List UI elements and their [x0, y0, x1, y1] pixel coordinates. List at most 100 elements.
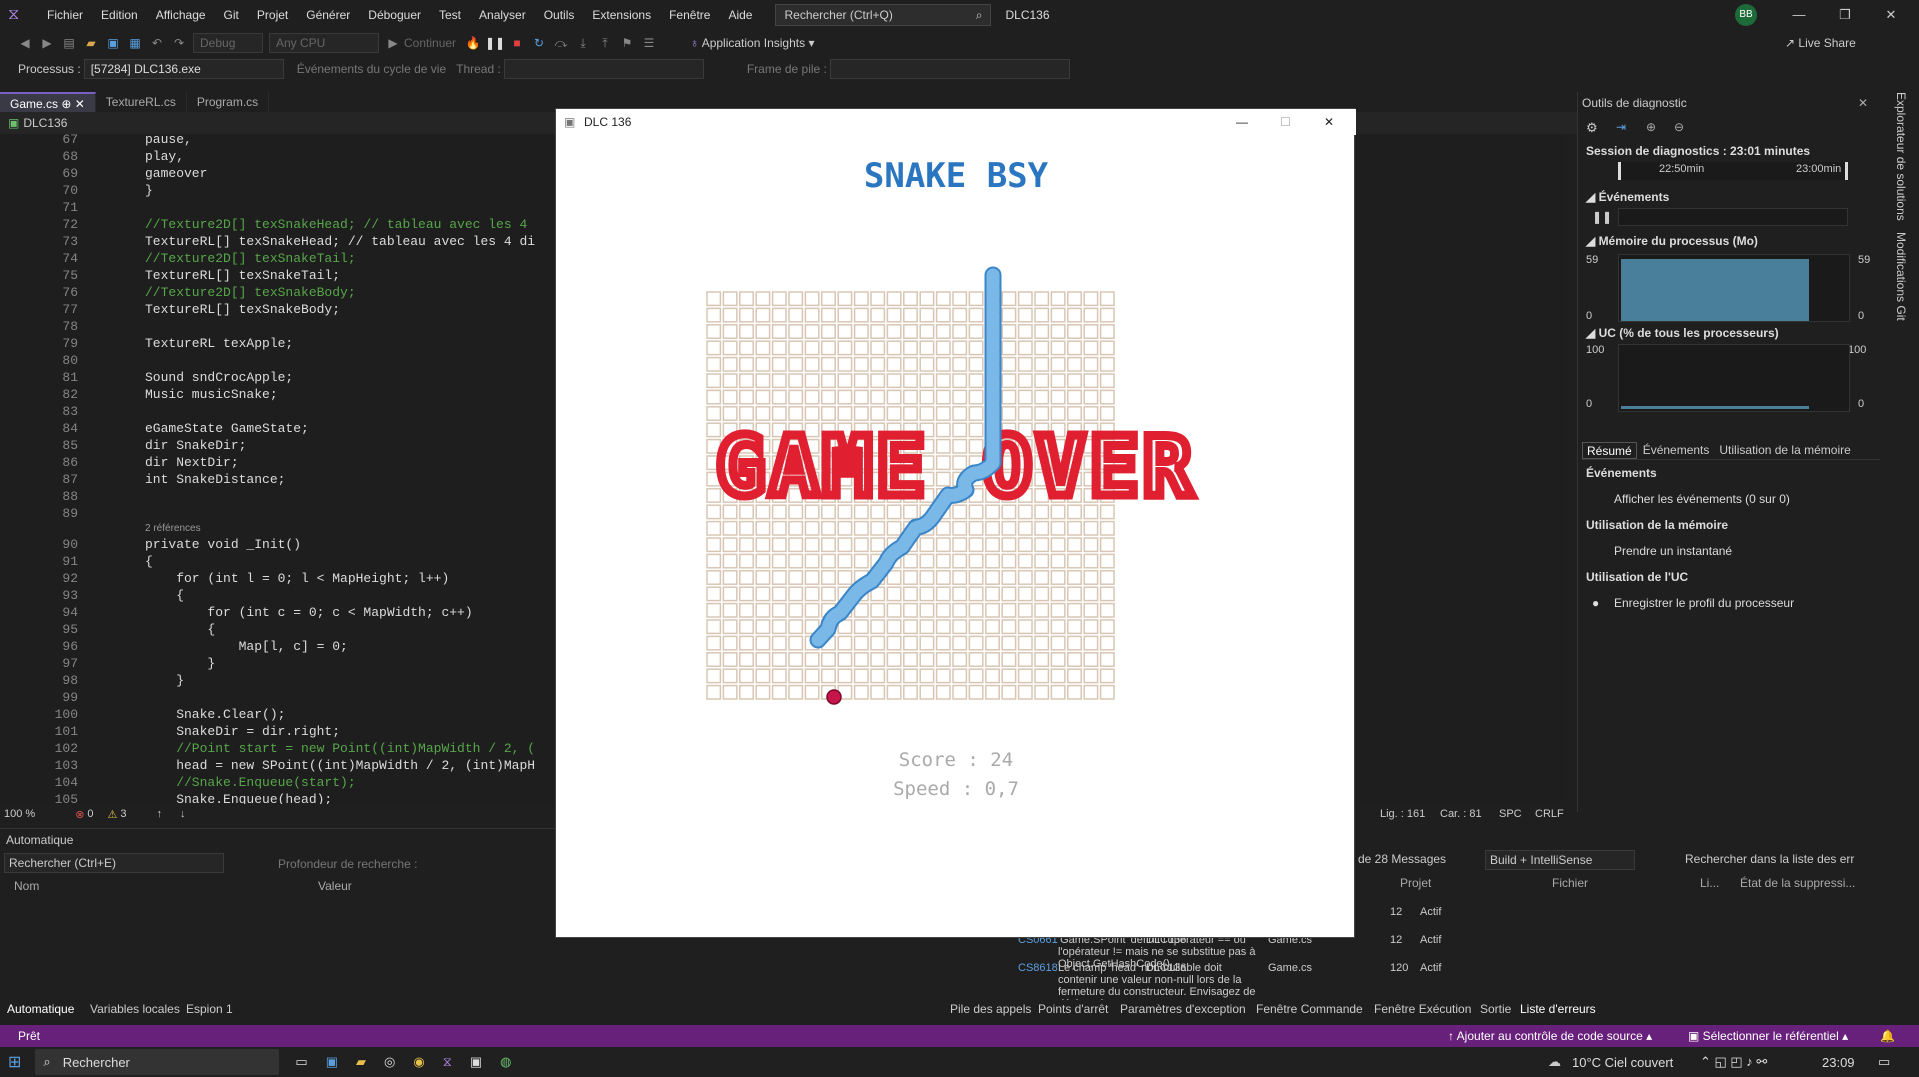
- menu-projet[interactable]: Projet: [248, 0, 297, 30]
- col-line[interactable]: Li...: [1700, 876, 1719, 890]
- line-number[interactable]: Lig. : 161: [1380, 808, 1425, 820]
- task-view-icon[interactable]: ▭: [295, 1054, 307, 1070]
- save-icon[interactable]: ▣: [102, 36, 124, 50]
- chrome-icon[interactable]: ◉: [413, 1054, 424, 1070]
- platform-select[interactable]: Any CPU: [269, 33, 379, 53]
- break-all-icon[interactable]: ❚❚: [484, 36, 506, 50]
- continue-button[interactable]: Continuer: [404, 36, 456, 50]
- stack-frame-select[interactable]: [829, 59, 1070, 79]
- hot-reload-icon[interactable]: 🔥: [462, 36, 484, 50]
- menu-fichier[interactable]: Fichier: [38, 0, 92, 30]
- notification-icon[interactable]: 🔔: [1880, 1029, 1895, 1043]
- bookmark-icon[interactable]: ⚑: [616, 36, 638, 50]
- visual-studio-icon[interactable]: ⧖: [443, 1054, 452, 1070]
- close-icon[interactable]: ✕: [1868, 0, 1914, 30]
- menu-fenetre[interactable]: Fenêtre: [660, 0, 719, 30]
- forward-icon[interactable]: ▶: [36, 36, 58, 50]
- pause-icon[interactable]: ❚❚: [1592, 210, 1612, 224]
- select-repo-button[interactable]: ▣ Sélectionner le référentiel ▴: [1688, 1029, 1848, 1043]
- tab-utilisation-memoire[interactable]: Utilisation de la mémoire: [1715, 442, 1854, 459]
- take-snapshot-link[interactable]: Prendre un instantané: [1614, 544, 1732, 558]
- process-select[interactable]: [57284] DLC136.exe: [83, 59, 284, 79]
- taskbar-search[interactable]: ⌕ Rechercher: [35, 1049, 280, 1075]
- tab-resume[interactable]: Résumé: [1582, 442, 1637, 459]
- whitespace-mode[interactable]: SPC: [1499, 808, 1522, 820]
- autos-search-input[interactable]: Rechercher (Ctrl+E): [4, 853, 224, 873]
- timeline-ruler[interactable]: 22:50min 23:00min: [1618, 162, 1848, 180]
- project-dropdown[interactable]: DLC136: [23, 116, 67, 130]
- zoom-in-icon[interactable]: ⊕: [1646, 120, 1656, 134]
- error-search-input[interactable]: Rechercher dans la liste des err: [1685, 852, 1854, 866]
- menu-edition[interactable]: Edition: [92, 0, 147, 30]
- tab-game-cs[interactable]: Game.cs ⊕ ✕: [0, 92, 96, 112]
- tab-texturerl-cs[interactable]: TextureRL.cs: [96, 92, 187, 112]
- tab-fenetre-execution[interactable]: Fenêtre Exécution: [1374, 1002, 1471, 1016]
- close-icon[interactable]: ✕: [1324, 109, 1334, 135]
- memory-graph[interactable]: [1618, 254, 1850, 322]
- col-value[interactable]: Valeur: [318, 879, 352, 893]
- back-icon[interactable]: ◀: [14, 36, 36, 50]
- save-all-icon[interactable]: ▦: [124, 36, 146, 50]
- stop-icon[interactable]: ■: [506, 36, 528, 50]
- minimize-icon[interactable]: —: [1776, 0, 1822, 30]
- build-filter-select[interactable]: Build + IntelliSense: [1485, 850, 1635, 870]
- step-into-icon[interactable]: ⤓: [572, 36, 594, 51]
- export-icon[interactable]: ⇥: [1616, 120, 1626, 134]
- col-file[interactable]: Fichier: [1552, 876, 1588, 890]
- tab-evenements[interactable]: Événements: [1637, 442, 1716, 459]
- lifecycle-events-button[interactable]: Événements du cycle de vie: [297, 62, 446, 76]
- maximize-icon[interactable]: ❐: [1822, 0, 1868, 30]
- game-window-icon[interactable]: ▣: [470, 1054, 482, 1070]
- undo-icon[interactable]: ↶: [146, 36, 168, 50]
- notification-center-icon[interactable]: ▭: [1878, 1054, 1890, 1070]
- tab-fenetre-commande[interactable]: Fenêtre Commande: [1256, 1002, 1363, 1016]
- tab-parametres-exception[interactable]: Paramètres d'exception: [1120, 1002, 1246, 1016]
- new-project-icon[interactable]: ▤: [58, 36, 80, 50]
- menu-generer[interactable]: Générer: [297, 0, 359, 30]
- down-arrow-icon[interactable]: ↓: [180, 808, 186, 820]
- show-events-link[interactable]: Afficher les événements (0 sur 0): [1614, 492, 1790, 506]
- solution-explorer-tab[interactable]: Explorateur de solutions: [1894, 92, 1908, 221]
- comment-icon[interactable]: ☰: [638, 36, 660, 50]
- menu-aide[interactable]: Aide: [719, 0, 761, 30]
- tab-liste-erreurs[interactable]: Liste d'erreurs: [1520, 1002, 1596, 1016]
- error-row[interactable]: CS8618 Le champ 'head' non-nullable doit …: [940, 962, 1840, 1010]
- error-count[interactable]: 0: [87, 808, 93, 820]
- open-folder-icon[interactable]: ▰: [80, 36, 102, 50]
- settings-icon[interactable]: ⚙: [1586, 120, 1598, 136]
- menu-affichage[interactable]: Affichage: [147, 0, 215, 30]
- tab-variables-locales[interactable]: Variables locales: [90, 1002, 180, 1016]
- line-ending[interactable]: CRLF: [1535, 808, 1564, 820]
- column-number[interactable]: Car. : 81: [1440, 808, 1482, 820]
- windows-start-icon[interactable]: ⊞: [8, 1052, 21, 1072]
- thread-select[interactable]: [503, 59, 704, 79]
- maximize-icon[interactable]: ☐: [1280, 109, 1291, 135]
- other-app-icon[interactable]: ◍: [500, 1054, 511, 1070]
- step-out-icon[interactable]: ⤒: [594, 36, 616, 51]
- git-changes-tab[interactable]: Modifications Git: [1894, 232, 1908, 321]
- tab-espion-1[interactable]: Espion 1: [186, 1002, 233, 1016]
- col-suppression[interactable]: État de la suppressi...: [1740, 876, 1855, 890]
- menu-extensions[interactable]: Extensions: [583, 0, 660, 30]
- zoom-level[interactable]: 100 %: [4, 808, 35, 820]
- tab-pile-appels[interactable]: Pile des appels: [950, 1002, 1031, 1016]
- add-source-control-button[interactable]: ↑ Ajouter au contrôle de code source ▴: [1448, 1029, 1652, 1043]
- game-canvas[interactable]: SNAKE BSYGAME OVERScore : 24Speed : 0,7: [556, 135, 1356, 935]
- tray-icons[interactable]: ⌃ ◱ ◰ ♪ ⚯: [1700, 1054, 1767, 1070]
- tab-program-cs[interactable]: Program.cs: [187, 92, 270, 112]
- step-over-icon[interactable]: ⤼: [550, 36, 572, 51]
- menu-test[interactable]: Test: [430, 0, 470, 30]
- app-icon[interactable]: ◎: [384, 1054, 395, 1070]
- menu-git[interactable]: Git: [215, 0, 248, 30]
- close-icon[interactable]: ✕: [1858, 96, 1868, 110]
- menu-analyser[interactable]: Analyser: [470, 0, 535, 30]
- minimize-icon[interactable]: —: [1236, 109, 1248, 135]
- restart-icon[interactable]: ↻: [528, 36, 550, 50]
- col-name[interactable]: Nom: [14, 879, 39, 893]
- menu-deboguer[interactable]: Déboguer: [359, 0, 430, 30]
- tab-sortie[interactable]: Sortie: [1480, 1002, 1511, 1016]
- cpu-graph[interactable]: [1618, 344, 1850, 412]
- col-project[interactable]: Projet: [1400, 876, 1431, 890]
- app-insights-button[interactable]: ♁ Application Insights ▾: [690, 36, 814, 50]
- clock[interactable]: 23:09: [1822, 1055, 1855, 1070]
